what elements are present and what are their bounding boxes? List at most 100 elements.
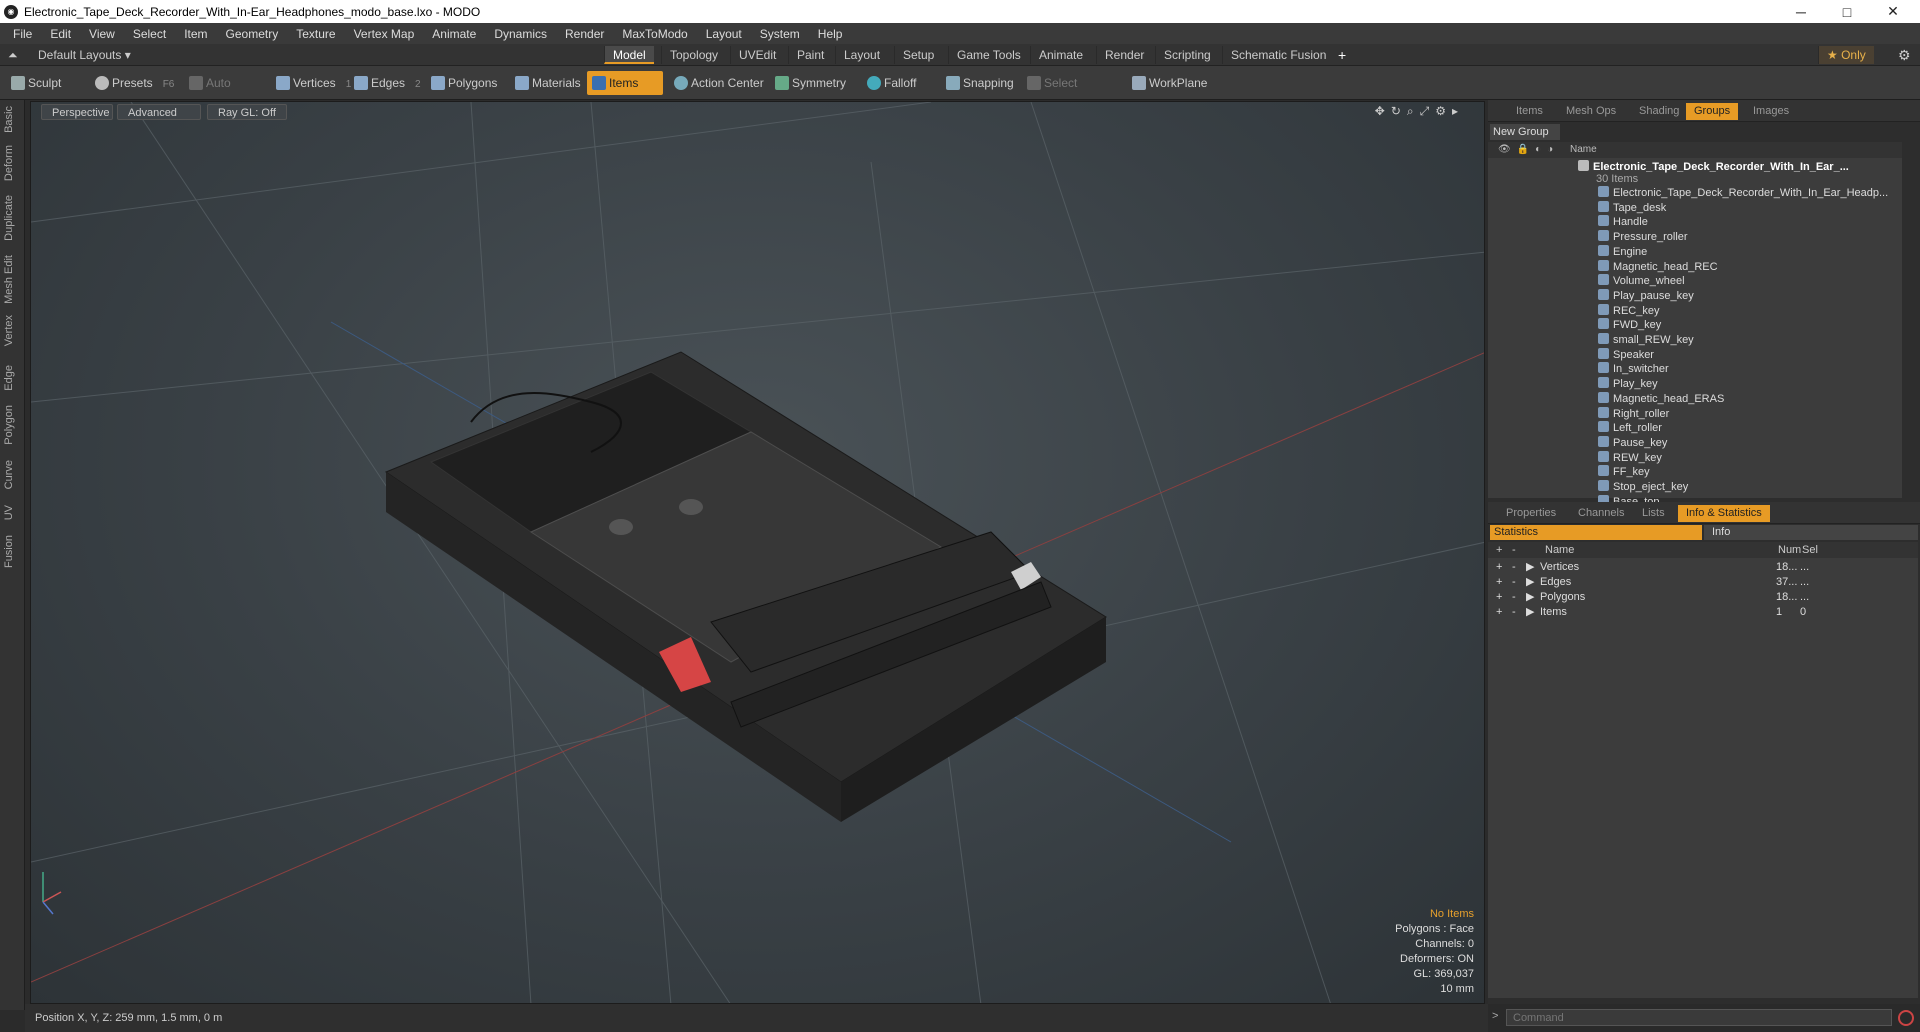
stats-panel-tabs: Properties Channels Lists Info & Statist…	[1488, 502, 1920, 524]
menu-help[interactable]: Help	[809, 27, 852, 41]
only-toggle[interactable]: ★ Only	[1818, 46, 1874, 64]
tab-animate[interactable]: Animate	[1030, 46, 1091, 64]
default-layouts-dropdown[interactable]: Default Layouts ▾	[30, 46, 139, 64]
mesh-icon	[1598, 347, 1609, 359]
main-toolbar: Sculpt Presets F6 Auto Select Vertices1 E…	[0, 66, 1920, 114]
tab-render[interactable]: Render	[1096, 46, 1152, 64]
materials-button[interactable]: Materials	[510, 71, 581, 95]
collapse-all-icon[interactable]: -	[1512, 542, 1516, 558]
action-center-button[interactable]: Action Center	[669, 71, 765, 95]
tab-mesh-edit[interactable]: Mesh Edit	[3, 255, 21, 304]
menu-edit[interactable]: Edit	[41, 27, 80, 41]
tab-model[interactable]: Model	[604, 46, 654, 64]
vertices-button[interactable]: Vertices 1	[271, 71, 351, 95]
tab-channels[interactable]: Channels	[1570, 505, 1632, 522]
tab-paint[interactable]: Paint	[788, 46, 832, 64]
action-center-icon	[674, 76, 688, 90]
tab-uvedit[interactable]: UVEdit	[730, 46, 784, 64]
select-through-button[interactable]: Select Through	[1022, 71, 1122, 114]
menu-dynamics[interactable]: Dynamics	[485, 27, 556, 41]
layouts-collapse-icon[interactable]: ⏶	[4, 46, 26, 64]
menu-select[interactable]: Select	[124, 27, 175, 41]
group-item-label: Play_key	[1613, 378, 1658, 391]
add-tab-button[interactable]: +	[1330, 46, 1354, 64]
command-input[interactable]	[1506, 1009, 1892, 1026]
tab-mesh-ops[interactable]: Mesh Ops	[1558, 103, 1624, 120]
tab-properties[interactable]: Properties	[1498, 505, 1564, 522]
stats-row[interactable]: + - ▶ Items 1 0	[1488, 603, 1920, 621]
gear-icon[interactable]: ⚙	[1890, 46, 1919, 64]
workplane-button[interactable]: WorkPlane	[1127, 71, 1213, 95]
3d-viewport[interactable]: Perspective Advanced Ray GL: Off ✥↻⌕⤢⚙▸ …	[30, 101, 1485, 1004]
tab-game-tools[interactable]: Game Tools	[948, 46, 1029, 64]
select-through-icon	[1027, 76, 1041, 90]
vertices-icon	[276, 76, 290, 90]
tab-uv[interactable]: UV	[3, 505, 21, 520]
viewport-nav-icons[interactable]: ✥↻⌕⤢⚙▸	[1375, 104, 1464, 119]
statistics-subtab[interactable]: Statistics	[1490, 525, 1702, 540]
menu-view[interactable]: View	[80, 27, 124, 41]
tab-schematic-fusion[interactable]: Schematic Fusion	[1222, 46, 1334, 64]
maximize-button[interactable]: □	[1824, 0, 1870, 23]
mesh-icon	[1598, 421, 1609, 433]
mesh-icon	[1598, 465, 1609, 477]
menu-maxtomodo[interactable]: MaxToModo	[613, 27, 696, 41]
tab-lists[interactable]: Lists	[1634, 505, 1673, 522]
tab-scripting[interactable]: Scripting	[1155, 46, 1219, 64]
tab-edge[interactable]: Edge	[3, 365, 21, 391]
expand-all-icon[interactable]: +	[1496, 542, 1502, 558]
perspective-dropdown[interactable]: Perspective	[41, 104, 113, 120]
tab-shading[interactable]: Shading	[1631, 103, 1687, 120]
menu-layout[interactable]: Layout	[697, 27, 751, 41]
raygl-toggle[interactable]: Ray GL: Off	[207, 104, 287, 120]
menu-vertex-map[interactable]: Vertex Map	[345, 27, 424, 41]
symmetry-label: Symmetry	[792, 76, 846, 90]
mesh-icon	[1598, 230, 1609, 242]
falloff-button[interactable]: Falloff	[862, 71, 932, 95]
symmetry-button[interactable]: Symmetry	[770, 71, 850, 95]
workplane-label: WorkPlane	[1149, 76, 1208, 90]
tab-images[interactable]: Images	[1745, 103, 1797, 120]
tab-duplicate[interactable]: Duplicate	[3, 195, 21, 241]
menu-texture[interactable]: Texture	[287, 27, 344, 41]
tape-recorder-model[interactable]	[384, 351, 1107, 822]
new-group-button[interactable]: New Group	[1490, 124, 1560, 140]
mesh-icon	[1598, 377, 1609, 389]
close-button[interactable]: ✕	[1870, 0, 1916, 23]
tab-polygon[interactable]: Polygon	[3, 405, 21, 445]
tab-curve[interactable]: Curve	[3, 460, 21, 489]
menu-system[interactable]: System	[751, 27, 809, 41]
tab-basic[interactable]: Basic	[3, 106, 21, 133]
tab-info-statistics[interactable]: Info & Statistics	[1678, 505, 1770, 522]
advanced-dropdown[interactable]: Advanced	[117, 104, 201, 120]
menu-geometry[interactable]: Geometry	[217, 27, 288, 41]
tab-fusion[interactable]: Fusion	[3, 535, 21, 568]
edges-button[interactable]: Edges 2	[349, 71, 421, 95]
menu-render[interactable]: Render	[556, 27, 613, 41]
auto-select-button[interactable]: Auto Select	[184, 71, 264, 114]
info-subtab[interactable]: Info	[1704, 525, 1918, 540]
menu-item[interactable]: Item	[175, 27, 216, 41]
tab-topology[interactable]: Topology	[661, 46, 726, 64]
tab-groups[interactable]: Groups	[1686, 103, 1739, 120]
tab-deform[interactable]: Deform	[3, 145, 21, 181]
menu-file[interactable]: File	[4, 27, 41, 41]
groups-panel-tabs: Items Mesh Ops Shading Groups Images	[1488, 100, 1920, 122]
mesh-icon	[1598, 333, 1609, 344]
presets-button[interactable]: Presets F6	[90, 71, 174, 95]
group-item-label: Pause_key	[1613, 436, 1668, 449]
modo-app: ◉ Electronic_Tape_Deck_Recorder_With_In-…	[0, 0, 1920, 1032]
record-macro-icon[interactable]	[1898, 1010, 1914, 1026]
presets-label: Presets	[112, 76, 153, 90]
tab-layout[interactable]: Layout	[835, 46, 888, 64]
tab-items[interactable]: Items	[1508, 103, 1551, 120]
mesh-icon	[1598, 406, 1609, 418]
sculpt-button[interactable]: Sculpt	[6, 71, 86, 95]
tab-vertex[interactable]: Vertex	[3, 315, 21, 346]
items-button[interactable]: Items	[587, 71, 663, 95]
minimize-button[interactable]: ─	[1778, 0, 1824, 23]
snapping-button[interactable]: Snapping	[941, 71, 1023, 95]
polygons-button[interactable]: Polygons	[426, 71, 498, 95]
tab-setup[interactable]: Setup	[894, 46, 942, 64]
menu-animate[interactable]: Animate	[423, 27, 485, 41]
